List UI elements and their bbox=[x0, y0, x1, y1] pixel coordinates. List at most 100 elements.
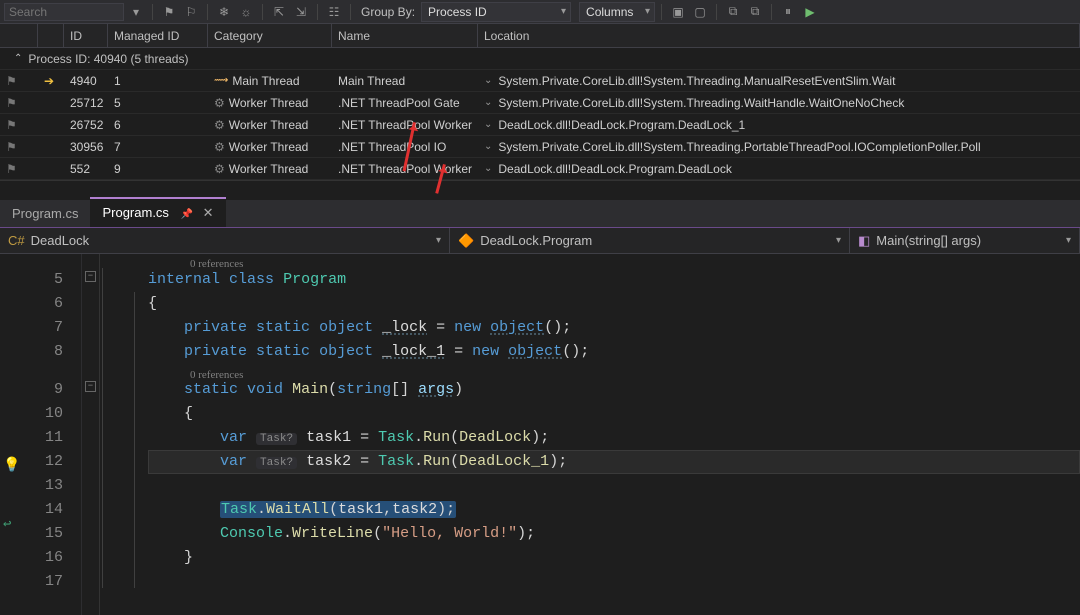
thread-id: 552 bbox=[64, 158, 108, 179]
thread-location: ⌄System.Private.CoreLib.dll!System.Threa… bbox=[478, 70, 1080, 91]
nav-method-label: Main(string[] args) bbox=[876, 233, 981, 248]
search-dropdown-icon[interactable]: ▾ bbox=[126, 3, 146, 21]
group-icon[interactable]: ☷ bbox=[324, 3, 344, 21]
flag-icon[interactable]: ⚑ bbox=[6, 140, 17, 154]
col-name[interactable]: Name bbox=[332, 24, 478, 47]
flag-icon[interactable]: ⚑ bbox=[6, 118, 17, 132]
thread-row[interactable]: ⚑309567⚙Worker Thread.NET ThreadPool IO⌄… bbox=[0, 136, 1080, 158]
inline-type-hint: Task? bbox=[256, 433, 297, 445]
flag-toggle-icon[interactable]: ⚐ bbox=[181, 3, 201, 21]
chevron-down-icon[interactable]: ⌄ bbox=[484, 97, 492, 108]
managed-id: 5 bbox=[108, 92, 208, 113]
freeze-icon[interactable]: ❄ bbox=[214, 3, 234, 21]
code-editor[interactable]: ↩ 5 6 7 8 9 10 11 12💡 13 14 15 16 17 − −… bbox=[0, 254, 1080, 615]
thread-row[interactable]: ⚑ 267526⚙Worker Thread.NET ThreadPool Wor… bbox=[0, 114, 1080, 136]
chevron-down-icon: ▾ bbox=[1066, 235, 1071, 246]
fold-box-icon[interactable]: − bbox=[85, 271, 96, 282]
nav-method[interactable]: ◧ Main(string[] args) ▾ bbox=[850, 228, 1080, 253]
indent-guides bbox=[100, 254, 148, 615]
close-icon[interactable]: ✕ bbox=[203, 205, 214, 220]
thread-location: ⌄System.Private.CoreLib.dll!System.Threa… bbox=[478, 92, 1080, 113]
thread-category: ⚙Worker Thread bbox=[208, 92, 332, 113]
expand-groups-icon[interactable]: ▣ bbox=[668, 3, 688, 21]
gear-icon: ⚙ bbox=[214, 118, 225, 132]
thread-row[interactable]: ⚑5529⚙Worker Thread.NET ThreadPool Worke… bbox=[0, 158, 1080, 180]
flag-icon[interactable]: ⚑ bbox=[6, 162, 17, 176]
thread-name: .NET ThreadPool Gate bbox=[332, 92, 478, 113]
managed-id: 1 bbox=[108, 70, 208, 91]
last-icon[interactable]: ⧉ bbox=[745, 3, 765, 21]
return-marker-icon: ↩ bbox=[3, 516, 11, 533]
line-number-gutter: 5 6 7 8 9 10 11 12💡 13 14 15 16 17 bbox=[26, 254, 82, 615]
thread-name: .NET ThreadPool Worker bbox=[332, 114, 478, 135]
thread-row[interactable]: ⚑ ➔ 49401⟿Main ThreadMain Thread⌄System.Pr… bbox=[0, 70, 1080, 92]
first-icon[interactable]: ⧉ bbox=[723, 3, 743, 21]
tab-label: Program.cs bbox=[12, 206, 78, 221]
nav-class-label: DeadLock.Program bbox=[480, 233, 592, 248]
thread-category: ⚙Worker Thread bbox=[208, 114, 332, 135]
current-thread-icon: ➔ bbox=[44, 74, 54, 88]
code-area[interactable]: 0 references internal class Program { pr… bbox=[148, 254, 1080, 615]
flag-icon[interactable]: ⚑ bbox=[6, 96, 17, 110]
thaw-icon[interactable]: ☼ bbox=[236, 3, 256, 21]
pause-icon[interactable]: ⏸ bbox=[778, 3, 798, 21]
csharp-project-icon: C# bbox=[8, 233, 25, 248]
group-collapse-icon[interactable]: ⌃ bbox=[14, 53, 22, 64]
gear-icon: ⚙ bbox=[214, 162, 225, 176]
collapse-icon[interactable]: ⇲ bbox=[291, 3, 311, 21]
columns-label: Columns bbox=[586, 5, 633, 19]
tab-program-cs[interactable]: Program.cs 📌 ✕ bbox=[90, 197, 225, 227]
thread-category: ⟿Main Thread bbox=[208, 70, 332, 91]
thread-id: 26752 bbox=[64, 114, 108, 135]
threads-toolbar: ▾ ⚑ ⚐ ❄ ☼ ⇱ ⇲ ☷ Group By: Process ID Col… bbox=[0, 0, 1080, 24]
chevron-down-icon[interactable]: ⌄ bbox=[484, 141, 492, 152]
tab-label: Program.cs bbox=[102, 205, 168, 220]
fold-box-icon[interactable]: − bbox=[85, 381, 96, 392]
thread-row[interactable]: ⚑ 257125⚙Worker Thread.NET ThreadPool Gat… bbox=[0, 92, 1080, 114]
threads-grid-header: ID Managed ID Category Name Location bbox=[0, 24, 1080, 48]
line-12: 12💡 bbox=[26, 450, 63, 474]
nav-project[interactable]: C# DeadLock ▾ bbox=[0, 228, 450, 253]
tab-program-cs-preview[interactable]: Program.cs bbox=[0, 200, 90, 227]
thread-location: ⌄DeadLock.dll!DeadLock.Program.DeadLock_… bbox=[478, 114, 1080, 135]
pin-icon[interactable]: 📌 bbox=[181, 209, 193, 220]
group-by-dropdown[interactable]: Process ID bbox=[421, 2, 571, 22]
chevron-down-icon[interactable]: ⌄ bbox=[484, 163, 492, 174]
thread-id: 30956 bbox=[64, 136, 108, 157]
group-by-label: Group By: bbox=[361, 5, 415, 19]
flag-icon[interactable]: ⚑ bbox=[6, 74, 17, 88]
thread-category: ⚙Worker Thread bbox=[208, 158, 332, 179]
chevron-down-icon: ▾ bbox=[436, 235, 441, 246]
managed-id: 7 bbox=[108, 136, 208, 157]
col-category[interactable]: Category bbox=[208, 24, 332, 47]
expand-icon[interactable]: ⇱ bbox=[269, 3, 289, 21]
thread-id: 4940 bbox=[64, 70, 108, 91]
process-group-row[interactable]: ⌃ Process ID: 40940 (5 threads) bbox=[0, 48, 1080, 70]
col-location[interactable]: Location bbox=[478, 24, 1080, 47]
col-managed-id[interactable]: Managed ID bbox=[108, 24, 208, 47]
managed-id: 6 bbox=[108, 114, 208, 135]
nav-project-label: DeadLock bbox=[31, 233, 90, 248]
thread-name: Main Thread bbox=[332, 70, 478, 91]
managed-id: 9 bbox=[108, 158, 208, 179]
glyph-margin: ↩ bbox=[0, 254, 26, 615]
collapse-groups-icon[interactable]: ▢ bbox=[690, 3, 710, 21]
run-icon[interactable]: ▶ bbox=[800, 3, 820, 21]
search-input[interactable] bbox=[4, 3, 124, 21]
method-icon: ◧ bbox=[858, 233, 870, 248]
flag-filter-icon[interactable]: ⚑ bbox=[159, 3, 179, 21]
document-tabstrip: Program.cs Program.cs 📌 ✕ bbox=[0, 200, 1080, 228]
columns-dropdown[interactable]: Columns bbox=[579, 2, 655, 22]
inline-type-hint: Task? bbox=[256, 457, 297, 469]
chevron-down-icon[interactable]: ⌄ bbox=[484, 119, 492, 130]
col-id[interactable]: ID bbox=[64, 24, 108, 47]
lightbulb-icon[interactable]: 💡 bbox=[3, 454, 20, 478]
thread-id: 25712 bbox=[64, 92, 108, 113]
chevron-down-icon[interactable]: ⌄ bbox=[484, 75, 492, 86]
thread-location: ⌄System.Private.CoreLib.dll!System.Threa… bbox=[478, 136, 1080, 157]
process-group-label: Process ID: 40940 (5 threads) bbox=[28, 52, 188, 66]
nav-class[interactable]: 🔶DeadLock.Program ▾ bbox=[450, 228, 850, 253]
gear-icon: ⚙ bbox=[214, 96, 225, 110]
navigation-bar: C# DeadLock ▾ 🔶DeadLock.Program ▾ ◧ Main(s… bbox=[0, 228, 1080, 254]
gear-icon: ⚙ bbox=[214, 140, 225, 154]
